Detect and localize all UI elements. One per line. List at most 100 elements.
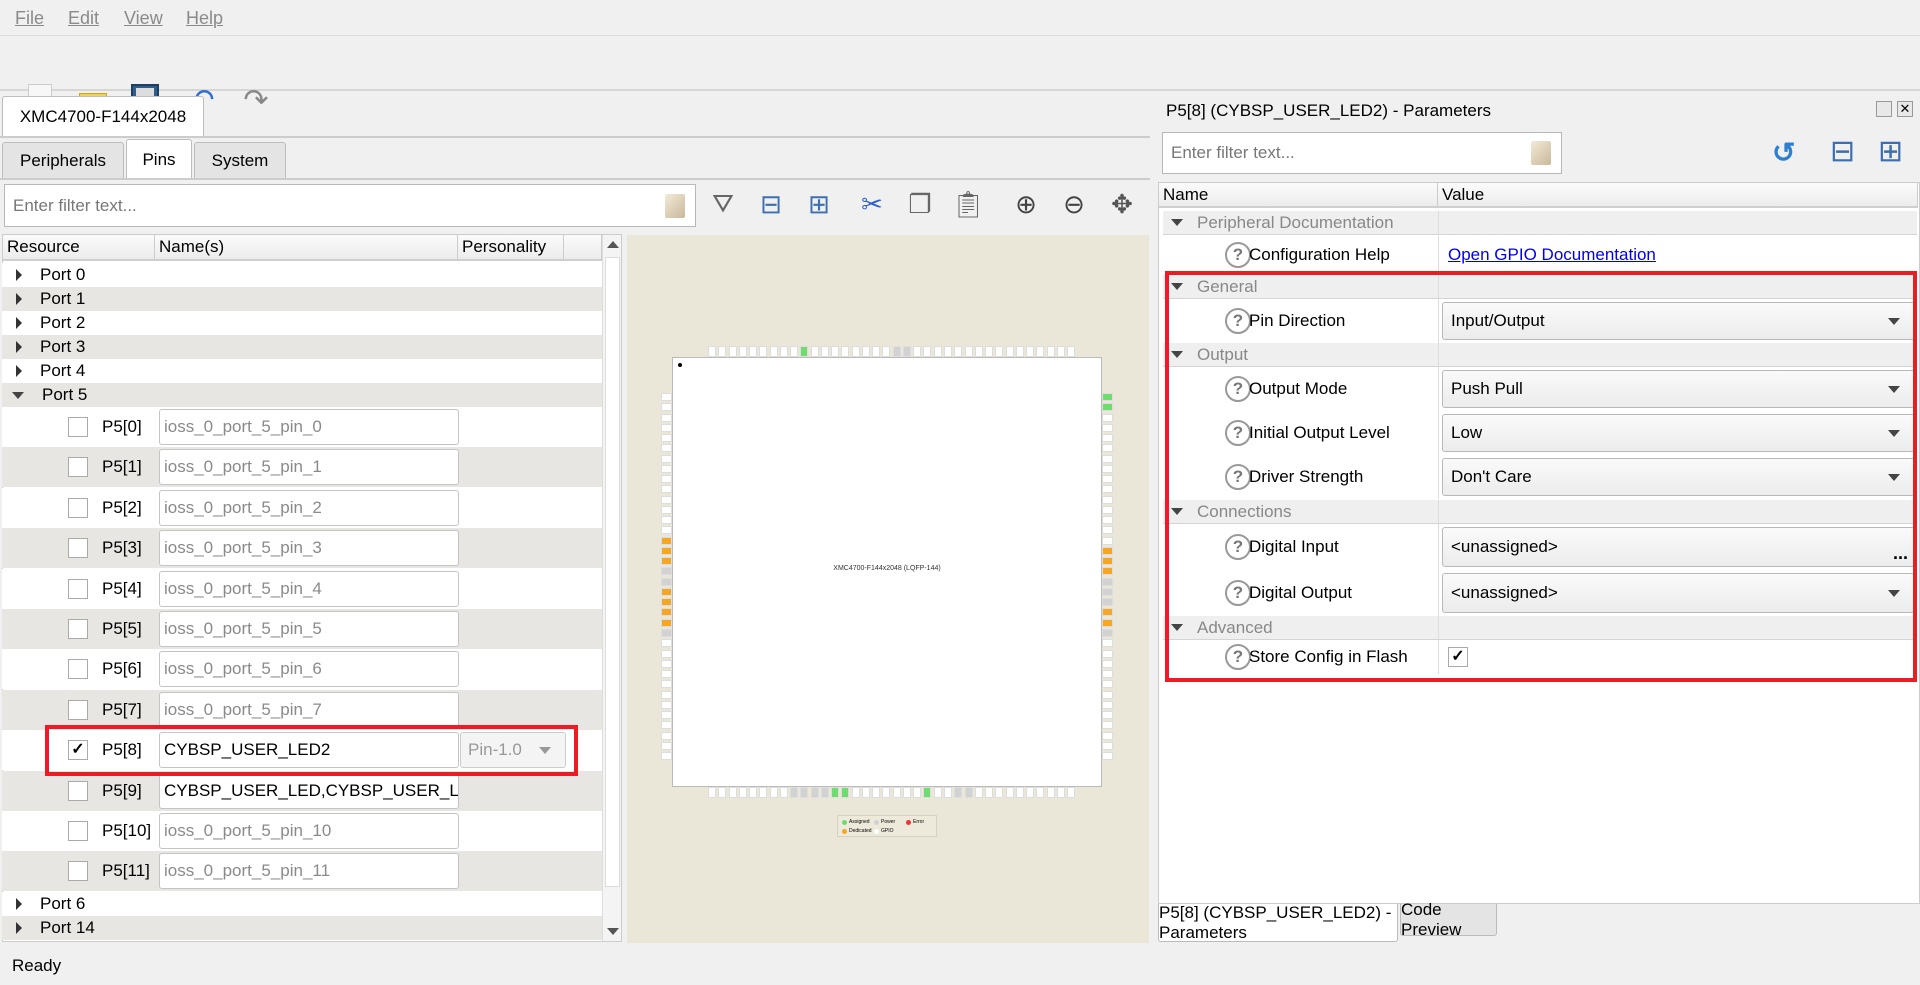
zoom-in-icon[interactable]: ⊕	[1008, 186, 1044, 222]
pin-name-input[interactable]: ioss_0_port_5_pin_0	[159, 409, 459, 445]
chip-pin-top[interactable]	[749, 346, 758, 357]
menu-file[interactable]: File	[15, 8, 44, 29]
chip-pin-bottom[interactable]	[933, 787, 942, 798]
chip-view[interactable]: XMC4700-F144x2048 (LQFP-144) Assigned Pow…	[627, 235, 1149, 943]
chip-pin-left[interactable]	[661, 413, 672, 422]
pin-enable-checkbox[interactable]	[68, 497, 88, 518]
chip-pin-right[interactable]	[1102, 721, 1113, 730]
copy-icon[interactable]: ❐	[902, 186, 938, 222]
chip-pin-bottom[interactable]	[985, 787, 994, 798]
chip-pin-left[interactable]	[661, 721, 672, 730]
chip-pin-top[interactable]	[882, 346, 891, 357]
chip-pin-right[interactable]	[1102, 690, 1113, 699]
clear-filter-icon[interactable]	[665, 193, 685, 218]
chip-pin-bottom[interactable]	[995, 787, 1004, 798]
pin-name-input[interactable]: ioss_0_port_5_pin_3	[159, 530, 459, 567]
chip-pin-top[interactable]	[1046, 346, 1055, 357]
chip-pin-left[interactable]	[661, 475, 672, 484]
collapsed-arrow-icon[interactable]	[16, 317, 22, 329]
chip-pin-bottom[interactable]	[718, 787, 727, 798]
chip-pin-right[interactable]	[1102, 598, 1113, 607]
collapsed-arrow-icon[interactable]	[16, 897, 22, 910]
expand-all-icon[interactable]: ⊞	[801, 186, 837, 222]
chip-pin-bottom[interactable]	[749, 787, 758, 798]
scroll-down-icon[interactable]	[607, 928, 619, 935]
column-resource[interactable]: Resource	[3, 235, 155, 261]
chip-pin-left[interactable]	[661, 567, 672, 576]
reset-icon[interactable]: ↺	[1772, 136, 1795, 169]
chip-pin-left[interactable]	[661, 505, 672, 514]
chip-pin-right[interactable]	[1102, 741, 1113, 750]
chip-pin-bottom[interactable]	[1046, 787, 1055, 798]
chip-pin-top[interactable]	[718, 346, 727, 357]
chip-pin-bottom[interactable]	[964, 787, 973, 798]
expanded-arrow-icon[interactable]	[12, 391, 24, 399]
tree-item-port[interactable]: Port 6	[2, 891, 602, 916]
chip-pin-right[interactable]	[1102, 434, 1113, 443]
chip-pin-bottom[interactable]	[974, 787, 983, 798]
paste-icon[interactable]: 📋︎	[950, 186, 986, 222]
chip-pin-left[interactable]	[661, 608, 672, 617]
chip-pin-top[interactable]	[1067, 346, 1076, 357]
chip-pin-left[interactable]	[661, 403, 672, 412]
collapse-all-icon[interactable]: ⊟	[753, 186, 789, 222]
chip-pin-left[interactable]	[661, 495, 672, 504]
menu-edit[interactable]: Edit	[68, 8, 99, 29]
collapsed-arrow-icon[interactable]	[16, 293, 22, 305]
chip-pin-left[interactable]	[661, 649, 672, 658]
chip-pin-right[interactable]	[1102, 587, 1113, 596]
chip-pin-top[interactable]	[902, 346, 911, 357]
chip-pin-right[interactable]	[1102, 536, 1113, 545]
tab-pins[interactable]: Pins	[126, 139, 192, 179]
chip-pin-right[interactable]	[1102, 711, 1113, 720]
chip-pin-right[interactable]	[1102, 680, 1113, 689]
chip-pin-top[interactable]	[913, 346, 922, 357]
chip-pin-left[interactable]	[661, 516, 672, 525]
chip-pin-left[interactable]	[661, 546, 672, 555]
chip-pin-left[interactable]	[661, 393, 672, 401]
chip-pin-left[interactable]	[661, 670, 672, 679]
collapsed-arrow-icon[interactable]	[16, 269, 22, 281]
chip-pin-right[interactable]	[1102, 618, 1113, 627]
scroll-up-icon[interactable]	[607, 241, 619, 248]
pin-enable-checkbox[interactable]	[68, 457, 88, 478]
chip-pin-left[interactable]	[661, 536, 672, 545]
chip-pin-right[interactable]	[1102, 464, 1113, 473]
chip-pin-right[interactable]	[1102, 628, 1113, 637]
chip-pin-top[interactable]	[790, 346, 799, 357]
chip-pin-left[interactable]	[661, 587, 672, 596]
pin-row[interactable]: P5[3] ioss_0_port_5_pin_3	[2, 528, 602, 569]
float-panel-icon[interactable]	[1876, 101, 1892, 117]
open-gpio-documentation-link[interactable]: Open GPIO Documentation	[1448, 245, 1656, 265]
pin-row[interactable]: P5[2] ioss_0_port_5_pin_2	[2, 487, 602, 528]
chip-pin-top[interactable]	[759, 346, 768, 357]
chip-pin-top[interactable]	[810, 346, 819, 357]
chip-pin-right[interactable]	[1102, 700, 1113, 709]
chip-pin-bottom[interactable]	[841, 787, 850, 798]
chip-pin-right[interactable]	[1102, 393, 1113, 401]
chip-pin-bottom[interactable]	[708, 787, 716, 798]
chip-pin-bottom[interactable]	[872, 787, 881, 798]
chip-pin-bottom[interactable]	[728, 787, 737, 798]
chip-pin-top[interactable]	[923, 346, 932, 357]
chip-pin-top[interactable]	[820, 346, 829, 357]
chip-pin-top[interactable]	[1015, 346, 1024, 357]
chip-pin-left[interactable]	[661, 711, 672, 720]
chip-pin-left[interactable]	[661, 700, 672, 709]
chip-pin-left[interactable]	[661, 434, 672, 443]
chip-pin-left[interactable]	[661, 464, 672, 473]
pin-row[interactable]: P5[4] ioss_0_port_5_pin_4	[2, 568, 602, 609]
chip-pin-left[interactable]	[661, 752, 672, 761]
collapse-all-params-icon[interactable]: ⊟	[1830, 134, 1855, 169]
column-personality[interactable]: Personality	[458, 235, 564, 261]
tree-item-port[interactable]: Port 1	[2, 287, 602, 311]
chip-pin-bottom[interactable]	[1056, 787, 1065, 798]
pin-row[interactable]: P5[7] ioss_0_port_5_pin_7	[2, 689, 602, 730]
collapsed-arrow-icon[interactable]	[16, 921, 22, 934]
column-value[interactable]: Value	[1438, 183, 1918, 208]
chip-pin-left[interactable]	[661, 628, 672, 637]
chip-pin-left[interactable]	[661, 557, 672, 566]
chip-pin-top[interactable]	[964, 346, 973, 357]
pin-name-input[interactable]: ioss_0_port_5_pin_1	[159, 449, 459, 486]
chip-pin-top[interactable]	[933, 346, 942, 357]
